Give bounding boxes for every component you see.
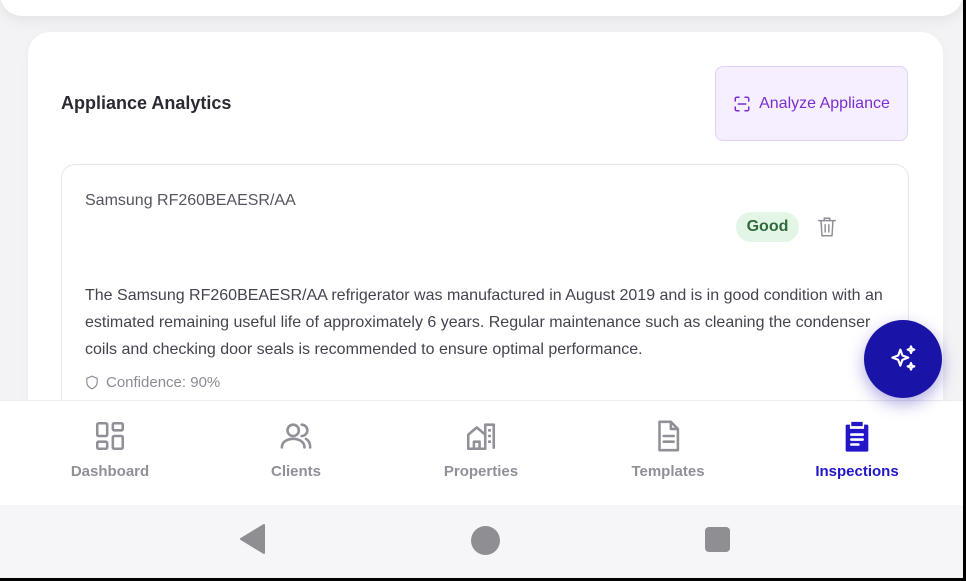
recents-button[interactable]: [705, 527, 730, 552]
nav-label-templates: Templates: [631, 463, 705, 480]
nav-item-dashboard[interactable]: Dashboard: [35, 419, 185, 480]
top-card: [0, 0, 963, 16]
trash-icon[interactable]: [816, 215, 838, 239]
nav-label-clients: Clients: [270, 463, 321, 480]
panel-title: Appliance Analytics: [61, 93, 232, 113]
app-screen: Appliance Analytics Analyze Appliance Sa…: [0, 0, 963, 578]
document-icon: [658, 420, 680, 452]
nav-item-properties[interactable]: Properties: [406, 419, 556, 480]
nav-item-clients[interactable]: Clients: [221, 419, 371, 480]
system-navigation-bar: [0, 505, 963, 578]
clipboard-icon: [845, 421, 869, 452]
nav-label-inspections: Inspections: [815, 463, 899, 480]
back-icon[interactable]: [238, 523, 266, 555]
appliance-description: The Samsung RF260BEAESR/AA refrigerator …: [85, 287, 883, 358]
condition-badge: Good: [736, 212, 799, 242]
nav-label-dashboard: Dashboard: [70, 463, 150, 480]
shield-icon: [86, 375, 98, 390]
analyze-appliance-button[interactable]: Analyze Appliance: [715, 66, 908, 141]
confidence-row: Confidence: 90%: [85, 374, 220, 391]
appliance-name: Samsung RF260BEAESR/AA: [85, 192, 296, 209]
building-icon: [466, 423, 496, 451]
analyze-appliance-label: Analyze Appliance: [759, 94, 890, 112]
nav-label-properties: Properties: [443, 463, 519, 480]
home-button[interactable]: [471, 526, 500, 555]
users-icon: [280, 423, 312, 449]
appliance-analytics-panel: Appliance Analytics Analyze Appliance Sa…: [28, 32, 943, 452]
nav-item-inspections[interactable]: Inspections: [782, 419, 932, 480]
nav-item-templates[interactable]: Templates: [593, 419, 743, 480]
scan-icon: [734, 96, 750, 111]
sparkle-icon: [891, 345, 916, 371]
dashboard-icon: [95, 421, 125, 451]
ai-sparkle-button[interactable]: [864, 320, 942, 398]
confidence-text: Confidence: 90%: [106, 374, 221, 391]
